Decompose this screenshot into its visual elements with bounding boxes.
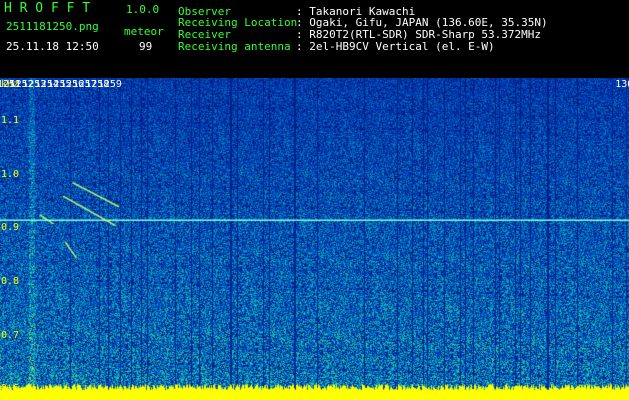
meteor-count: 99 (139, 40, 153, 53)
y-tick-label: 0.8 (1, 275, 20, 287)
y-tick-label: 0.9 (1, 222, 20, 234)
meteor-label: meteor (124, 25, 164, 38)
app-version: 1.0.0 (126, 3, 160, 16)
y-tick-label: 0.6 (1, 383, 20, 395)
file-datetime: 25.11.18 12:50 (6, 40, 99, 53)
x-tick-label: 1300 (615, 79, 629, 90)
header-panel: H R O F F T 1.0.0 2511181250.png meteor … (0, 0, 629, 78)
y-tick-label: 1.0 (1, 168, 20, 180)
antenna-label: Receiving antenna (178, 40, 291, 53)
app-title: H R O F F T (4, 1, 91, 16)
spectrogram-canvas (0, 78, 629, 400)
y-tick-label: 1.1 (1, 114, 20, 126)
file-name: 2511181250.png (6, 20, 99, 33)
x-tick-label: 1259 (97, 79, 122, 90)
y-tick-label: 0.7 (1, 329, 20, 341)
antenna-value: : 2el-HB9CV Vertical (el. E-W) (296, 40, 495, 53)
